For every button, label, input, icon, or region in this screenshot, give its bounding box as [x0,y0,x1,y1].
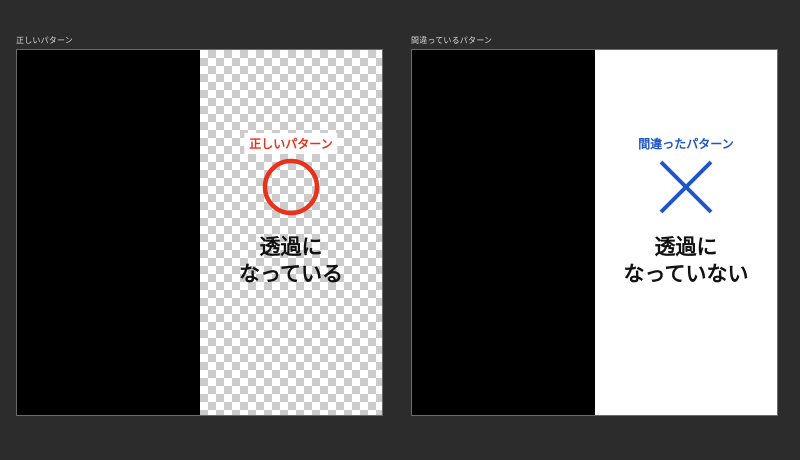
white-area: 間違ったパターン 透過に なっていない [595,50,777,415]
caption-line-2: なっていない [623,262,749,286]
correct-pattern-label: 正しいパターン [244,133,338,154]
caption-line-2: なっている [239,262,343,286]
caption-line-1: 透過に [259,235,323,259]
artboard-correct[interactable]: 正しいパターン 透過に なっている [16,49,383,416]
transparent-area: 正しいパターン 透過に なっている [200,50,382,415]
artboard-wrong[interactable]: 間違ったパターン 透過に なっていない [411,49,778,416]
circle-icon [262,158,320,216]
caption-correct: 透過に なっている [200,234,382,288]
caption-wrong: 透過に なっていない [595,234,777,288]
panel-title-wrong: 間違っているパターン [411,36,493,45]
caption-line-1: 透過に [654,235,718,259]
panel-title-correct: 正しいパターン [16,36,73,45]
black-area [17,50,200,415]
wrong-pattern-label: 間違ったパターン [633,133,739,154]
cross-icon [659,160,713,214]
black-area [412,50,595,415]
